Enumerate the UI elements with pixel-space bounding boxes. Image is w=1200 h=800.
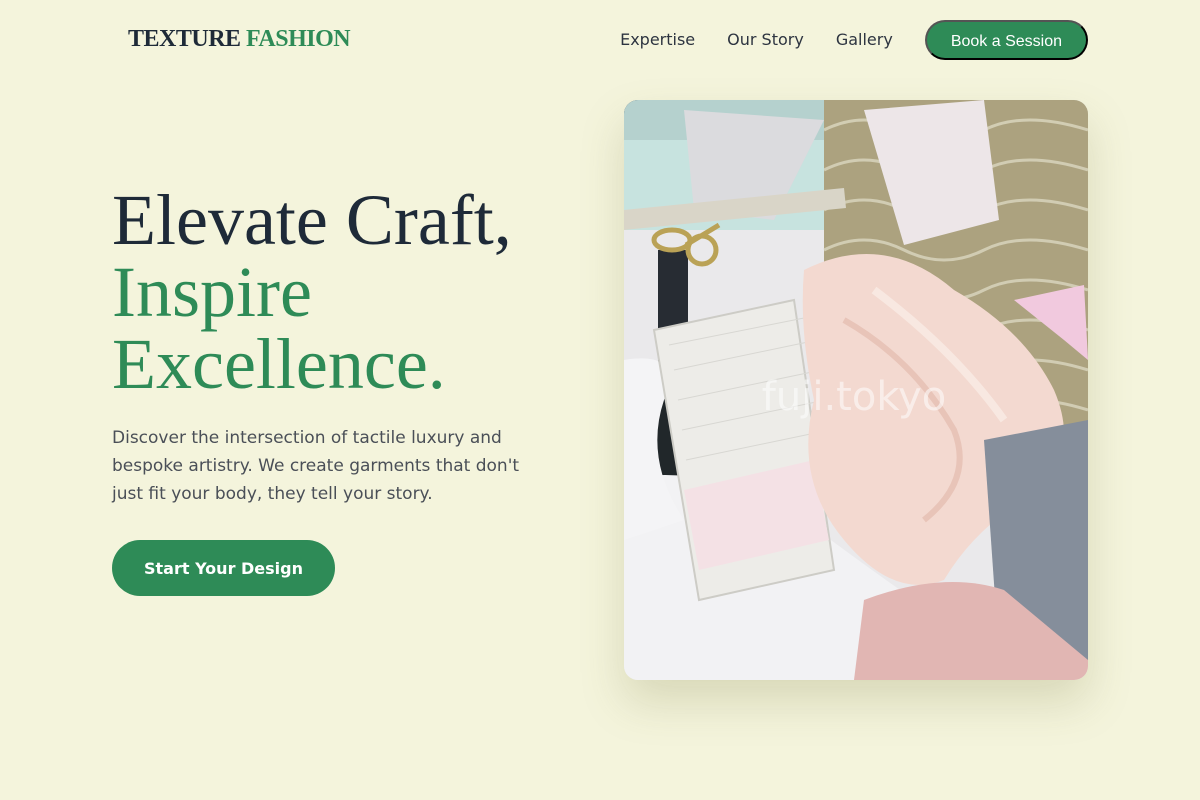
- hero-title: Elevate Craft, Inspire Excellence.: [112, 184, 512, 400]
- start-design-button[interactable]: Start Your Design: [112, 540, 335, 596]
- brand-logo-part2: FASHION: [246, 26, 351, 52]
- book-session-button[interactable]: Book a Session: [924, 20, 1088, 60]
- hero-description: Discover the intersection of tactile lux…: [112, 428, 520, 504]
- hero-title-line3: Excellence.: [112, 324, 446, 404]
- brand-logo[interactable]: TEXTURE FASHION: [128, 26, 351, 53]
- hero-title-line1: Elevate Craft,: [112, 180, 512, 260]
- nav-link-expertise[interactable]: Expertise: [620, 20, 695, 60]
- nav-link-gallery[interactable]: Gallery: [836, 20, 893, 60]
- nav-link-our-story[interactable]: Our Story: [727, 20, 804, 60]
- hero-title-line2: Inspire: [112, 252, 312, 332]
- main-nav: Expertise Our Story Gallery Book a Sessi…: [620, 20, 1088, 60]
- brand-logo-part1: TEXTURE: [128, 26, 241, 52]
- image-watermark: fuji.tokyo: [762, 374, 946, 420]
- hero-image: fuji.tokyo: [624, 100, 1088, 680]
